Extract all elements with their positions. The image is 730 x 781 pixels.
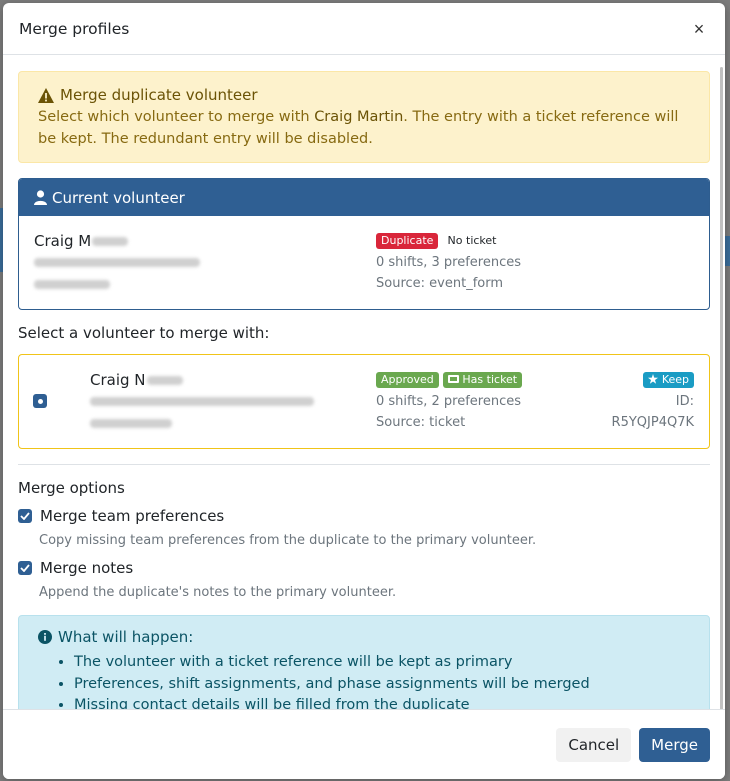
candidate-id-label: ID: xyxy=(675,393,694,409)
merge-notes-checkbox[interactable] xyxy=(18,561,32,575)
redacted-email xyxy=(90,397,314,407)
cancel-button[interactable]: Cancel xyxy=(556,727,632,762)
merge-options-title: Merge options xyxy=(18,479,125,497)
divider xyxy=(18,464,710,465)
close-button[interactable]: × xyxy=(689,19,709,39)
warning-text: Select which volunteer to merge with Cra… xyxy=(38,109,679,147)
candidate-name: Craig N xyxy=(90,369,376,391)
candidate-volunteer-card[interactable]: Craig N Approved Has ticket 0 shifts, 2 … xyxy=(18,354,710,449)
user-icon xyxy=(34,190,47,205)
merge-notes-help: Append the duplicate's notes to the prim… xyxy=(39,585,397,600)
merge-button[interactable]: Merge xyxy=(639,727,710,762)
what-will-happen-alert: What will happen: The volunteer with a t… xyxy=(18,615,710,709)
current-volunteer-card: Current volunteer Craig M Duplicate No t… xyxy=(18,178,710,310)
what-will-happen-heading: What will happen: xyxy=(58,628,194,646)
modal-body: Merge duplicate volunteer Select which v… xyxy=(3,56,725,709)
current-volunteer-name: Craig M xyxy=(34,230,376,252)
ticket-icon xyxy=(447,374,459,383)
select-volunteer-label: Select a volunteer to merge with: xyxy=(18,324,270,342)
candidate-radio[interactable] xyxy=(33,394,47,408)
warning-heading: Merge duplicate volunteer xyxy=(38,84,690,106)
warning-heading-text: Merge duplicate volunteer xyxy=(60,86,258,104)
redacted-email xyxy=(34,258,200,268)
star-icon xyxy=(648,373,659,384)
check-icon xyxy=(20,564,30,572)
list-item: Missing contact details will be filled f… xyxy=(74,695,690,709)
current-summary: 0 shifts, 3 preferences xyxy=(376,254,522,270)
modal-scrollbar[interactable] xyxy=(720,67,723,714)
redacted-phone xyxy=(34,279,110,289)
candidate-id-value: R5YQJP4Q7K xyxy=(611,415,694,430)
current-source: Source: event_form xyxy=(376,276,503,291)
close-icon: × xyxy=(693,18,705,39)
check-icon xyxy=(20,512,30,520)
modal-footer: Cancel Merge xyxy=(3,709,725,779)
candidate-source: Source: ticket xyxy=(376,415,466,430)
target-volunteer-name: Craig Martin xyxy=(314,109,404,125)
merge-team-preferences-checkbox[interactable] xyxy=(18,509,32,523)
info-circle-icon xyxy=(38,630,52,644)
what-will-happen-list: The volunteer with a ticket reference wi… xyxy=(38,652,690,709)
redacted-text xyxy=(146,375,183,385)
merge-profiles-modal: Merge profiles × Merge duplicate volunte… xyxy=(3,3,725,779)
keep-badge: Keep xyxy=(643,371,694,388)
merge-warning-alert: Merge duplicate volunteer Select which v… xyxy=(18,71,710,163)
modal-title: Merge profiles xyxy=(19,19,130,38)
redacted-text xyxy=(92,236,129,246)
list-item: The volunteer with a ticket reference wi… xyxy=(74,652,690,674)
modal-header: Merge profiles × xyxy=(3,3,725,55)
warning-triangle-icon xyxy=(38,87,54,103)
has-ticket-badge: Has ticket xyxy=(442,371,523,388)
merge-team-preferences-help: Copy missing team preferences from the d… xyxy=(39,533,537,548)
current-volunteer-header: Current volunteer xyxy=(19,179,709,216)
no-ticket-badge: No ticket xyxy=(442,232,502,249)
merge-notes-option[interactable]: Merge notes xyxy=(18,557,710,579)
redacted-phone xyxy=(90,418,172,428)
candidate-summary: 0 shifts, 2 preferences xyxy=(376,393,522,409)
duplicate-badge: Duplicate xyxy=(376,232,439,249)
approved-badge: Approved xyxy=(376,371,439,388)
merge-team-preferences-option[interactable]: Merge team preferences xyxy=(18,505,710,527)
list-item: Preferences, shift assignments, and phas… xyxy=(74,674,690,696)
